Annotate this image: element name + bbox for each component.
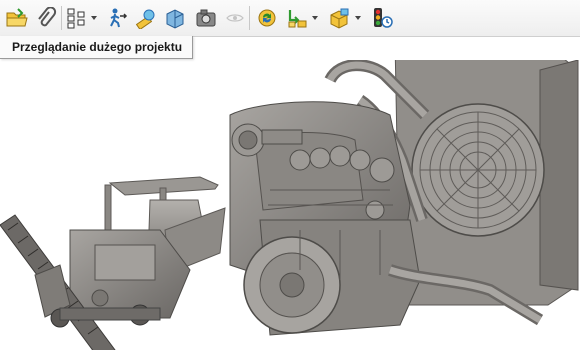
assembly-dropdown[interactable] [311, 12, 319, 24]
tooltip-text: Przeglądanie dużego projektu [12, 40, 183, 54]
machine-model [0, 176, 226, 350]
camera-icon[interactable] [193, 5, 219, 31]
toolbar-separator [249, 6, 250, 30]
model-viewport[interactable] [0, 60, 580, 350]
toolbar [0, 0, 580, 37]
tree-view-icon[interactable] [63, 5, 89, 31]
tree-view-dropdown[interactable] [90, 12, 98, 24]
section-view-icon[interactable] [162, 5, 188, 31]
assembly-icon[interactable] [284, 5, 310, 31]
paperclip-icon[interactable] [33, 5, 59, 31]
engine-model [229, 60, 579, 336]
rebuild-icon[interactable] [254, 5, 280, 31]
eye-icon[interactable] [222, 5, 248, 31]
tooltip: Przeglądanie dużego projektu [0, 36, 194, 59]
traffic-light-icon[interactable] [370, 5, 396, 31]
walkthrough-icon[interactable] [104, 5, 130, 31]
toolbar-separator [61, 6, 62, 30]
component-icon[interactable] [326, 5, 352, 31]
measure-icon[interactable] [133, 5, 159, 31]
component-dropdown[interactable] [354, 12, 362, 24]
open-folder-icon[interactable] [4, 5, 30, 31]
